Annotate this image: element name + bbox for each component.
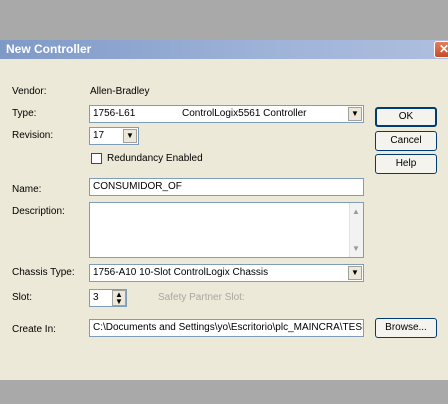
spinner-arrows-icon[interactable]: ▲ ▼	[112, 290, 126, 306]
cancel-button[interactable]: Cancel	[375, 131, 437, 151]
scroll-up-icon[interactable]: ▲	[352, 207, 360, 216]
description-scrollbar[interactable]: ▲ ▼	[349, 203, 363, 257]
ok-button[interactable]: OK	[375, 107, 437, 127]
desktop-background	[0, 0, 448, 40]
create-in-path[interactable]: C:\Documents and Settings\yo\Escritorio\…	[89, 319, 364, 337]
description-label: Description:	[12, 206, 65, 217]
create-in-label: Create In:	[12, 324, 56, 335]
chassis-value: 1756-A10 10-Slot ControlLogix Chassis	[93, 267, 269, 278]
desktop-background-bottom	[0, 380, 448, 404]
help-button[interactable]: Help	[375, 154, 437, 174]
chassis-dropdown[interactable]: 1756-A10 10-Slot ControlLogix Chassis ▼	[89, 264, 364, 282]
redundancy-label: Redundancy Enabled	[107, 153, 203, 164]
name-input[interactable]: CONSUMIDOR_OF	[89, 178, 364, 196]
type-label: Type:	[12, 108, 37, 119]
chevron-down-icon[interactable]: ▼	[123, 129, 137, 143]
name-value: CONSUMIDOR_OF	[93, 181, 182, 192]
browse-button[interactable]: Browse...	[375, 318, 437, 338]
slot-spinner[interactable]: 3 ▲ ▼	[89, 289, 127, 307]
revision-value: 17	[93, 130, 105, 141]
vendor-label: Vendor:	[12, 86, 47, 97]
close-icon[interactable]: ✕	[434, 41, 448, 58]
scroll-down-icon[interactable]: ▼	[352, 244, 360, 253]
safety-partner-label: Safety Partner Slot:	[158, 292, 245, 303]
type-description: ControlLogix5561 Controller	[182, 108, 307, 119]
title-bar[interactable]: New Controller ✕	[0, 40, 448, 59]
chassis-label: Chassis Type:	[12, 267, 75, 278]
new-controller-dialog: New Controller ✕ Vendor: Allen-Bradley T…	[0, 40, 448, 380]
type-dropdown[interactable]: 1756-L61 ControlLogix5561 Controller ▼	[89, 105, 364, 123]
name-label: Name:	[12, 184, 42, 195]
revision-dropdown[interactable]: 17 ▼	[89, 127, 139, 145]
type-code: 1756-L61	[93, 108, 136, 119]
create-in-value: C:\Documents and Settings\yo\Escritorio\…	[93, 322, 364, 333]
chevron-down-icon[interactable]: ▼	[348, 266, 362, 280]
description-textarea[interactable]: ▲ ▼	[89, 202, 364, 258]
window-title: New Controller	[6, 42, 92, 56]
redundancy-checkbox[interactable]	[91, 153, 102, 164]
chevron-down-icon[interactable]: ▼	[348, 107, 362, 121]
slot-value: 3	[93, 292, 99, 303]
slot-label: Slot:	[12, 292, 33, 303]
revision-label: Revision:	[12, 130, 54, 141]
vendor-value: Allen-Bradley	[90, 86, 150, 97]
